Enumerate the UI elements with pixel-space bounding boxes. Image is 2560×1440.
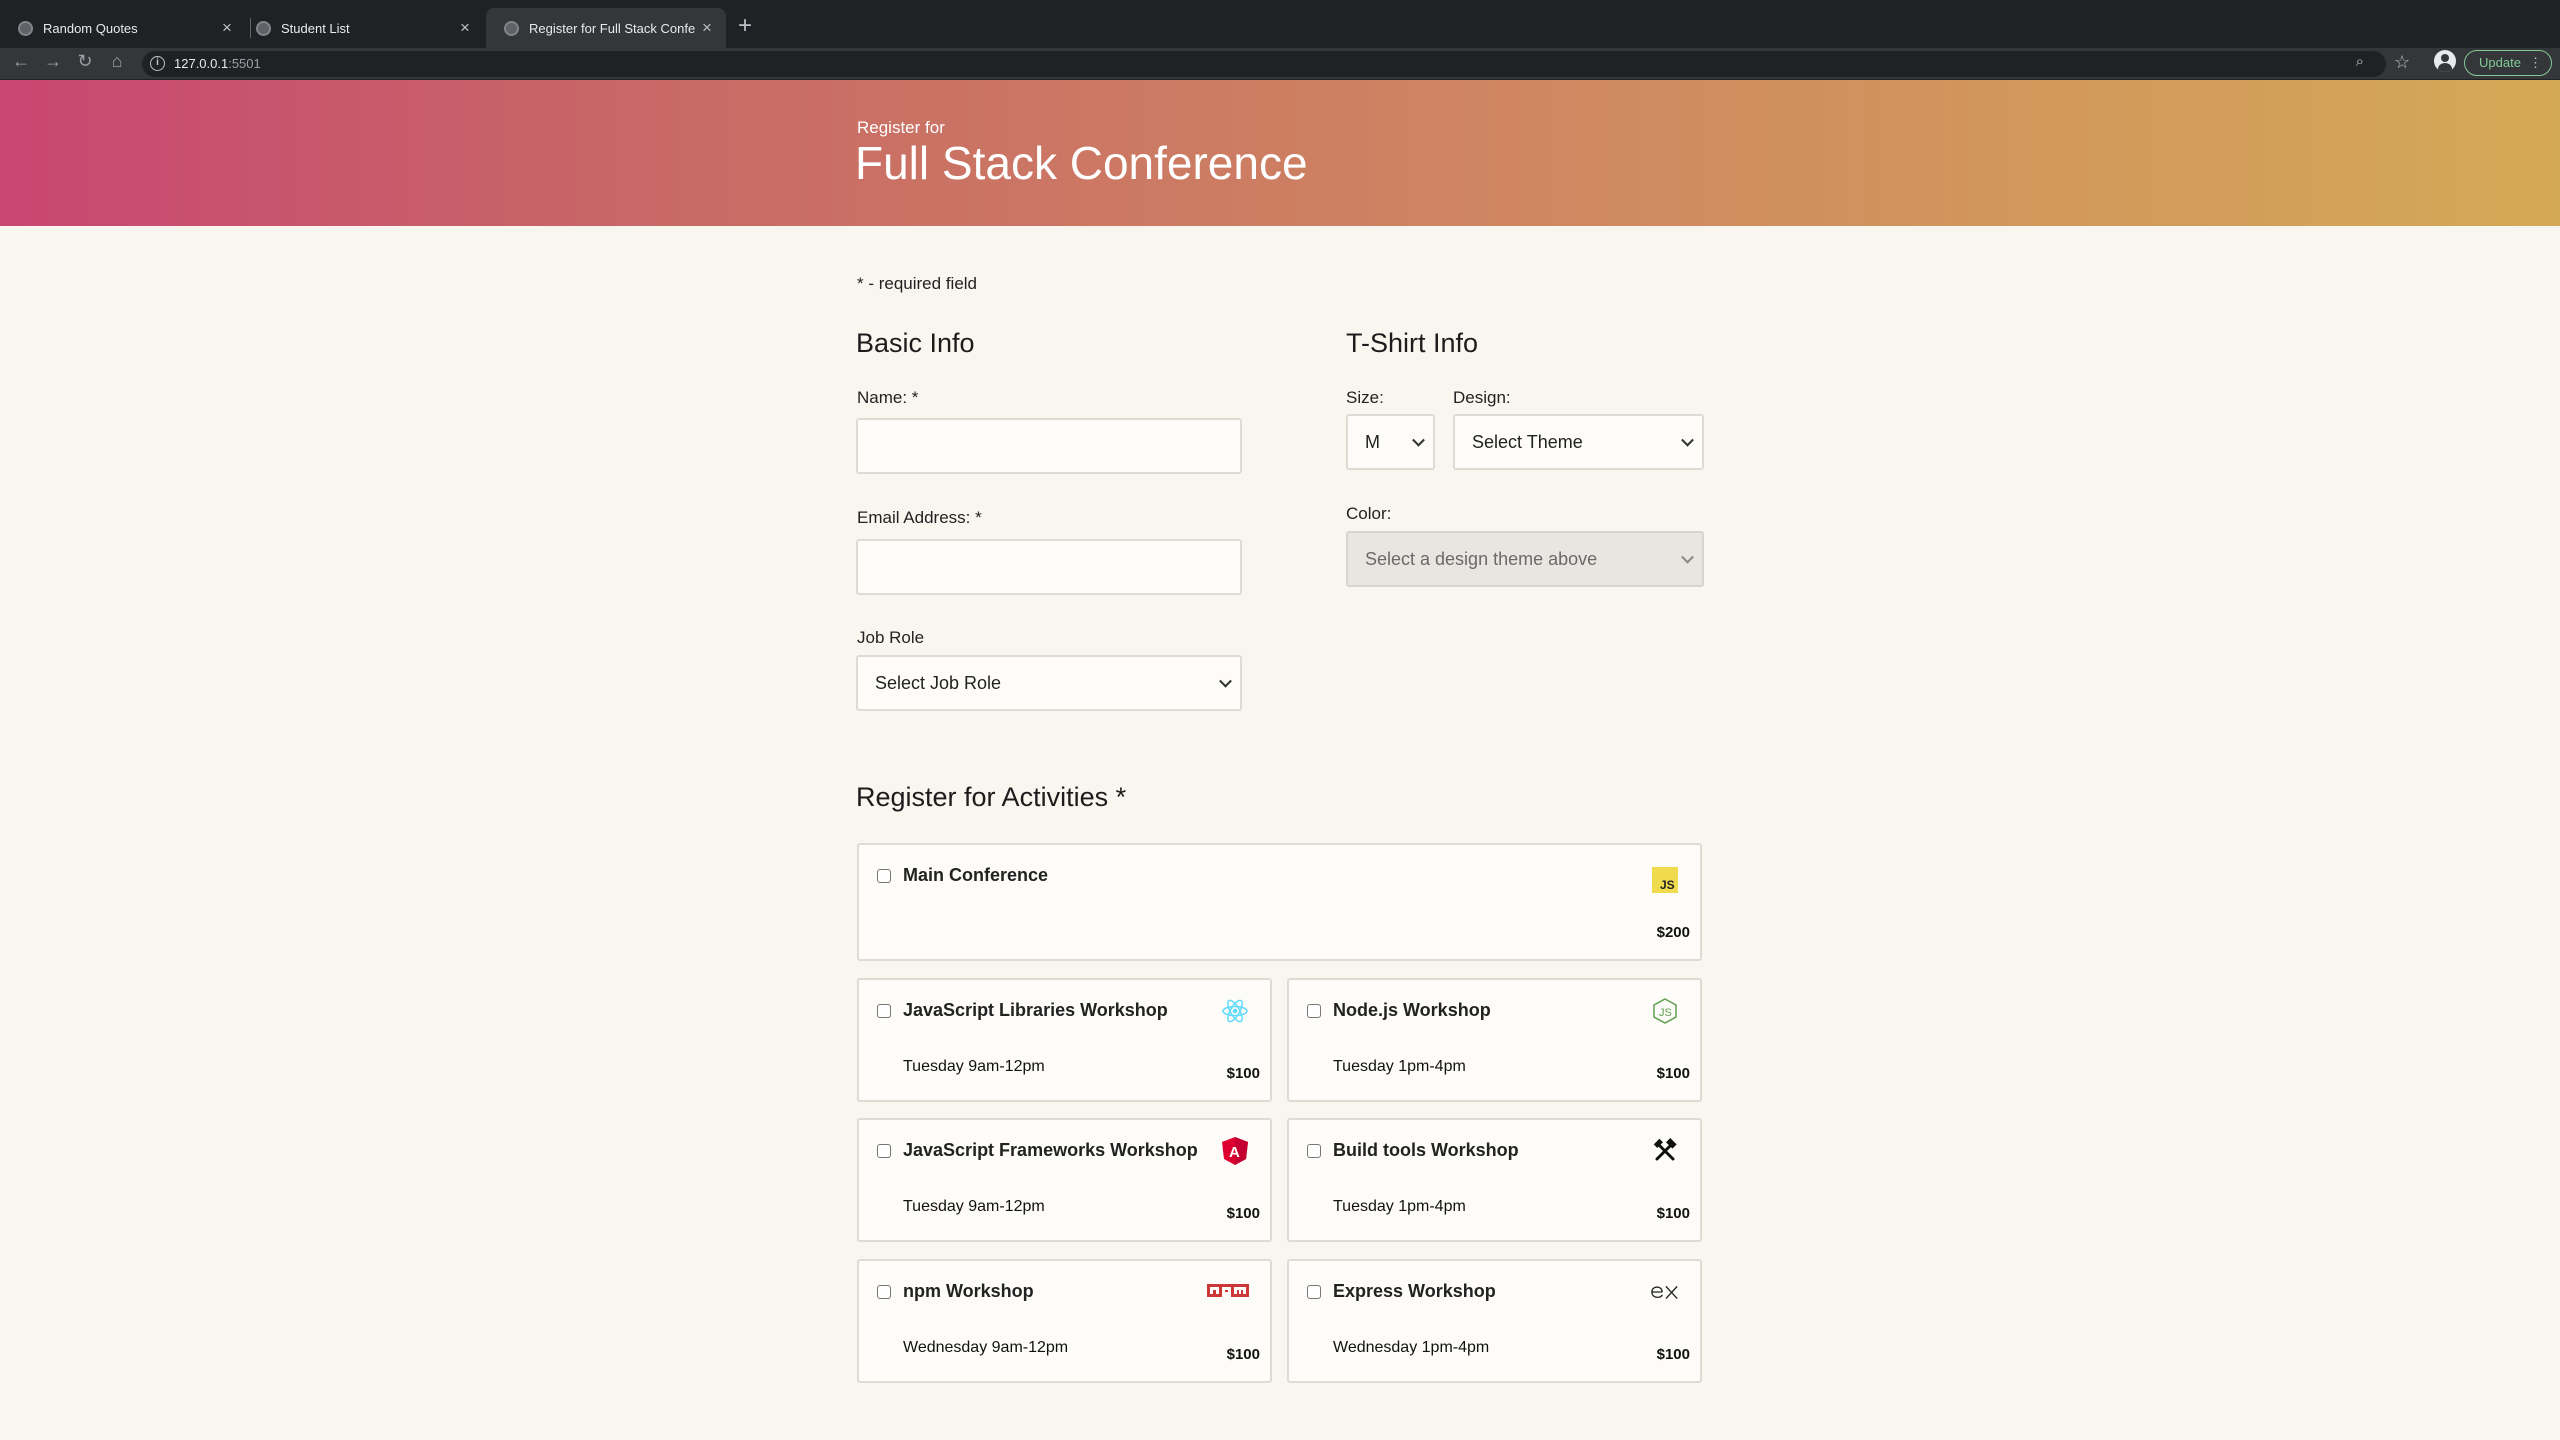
chevron-down-icon bbox=[1681, 550, 1694, 564]
activity-name: Build tools Workshop bbox=[1333, 1140, 1519, 1160]
express-icon bbox=[1650, 1277, 1680, 1307]
browser-tab-bar: Random Quotes × Student List × Register … bbox=[0, 0, 2560, 48]
activity-nodejs[interactable]: Node.js Workshop JS Tuesday 1pm-4pm $100 bbox=[1287, 978, 1702, 1102]
activity-checkbox[interactable] bbox=[1307, 1004, 1321, 1018]
design-label: Design: bbox=[1453, 388, 1511, 407]
forward-icon[interactable]: → bbox=[40, 51, 66, 72]
globe-icon bbox=[18, 20, 33, 36]
chevron-down-icon bbox=[1681, 433, 1694, 447]
email-field[interactable] bbox=[856, 539, 1242, 595]
bookmark-star-icon[interactable]: ☆ bbox=[2394, 52, 2410, 73]
page-header: Register for Full Stack Conference bbox=[0, 80, 2560, 226]
chevron-down-icon bbox=[1412, 433, 1425, 447]
activity-checkbox[interactable] bbox=[877, 1144, 891, 1158]
activity-cost: $100 bbox=[1656, 1065, 1690, 1082]
activity-cost: $100 bbox=[1656, 1205, 1690, 1222]
activity-cost: $100 bbox=[1226, 1065, 1260, 1082]
tab-title: Register for Full Stack Conference bbox=[529, 20, 696, 36]
back-icon[interactable]: ← bbox=[8, 51, 34, 72]
activity-time: Tuesday 9am-12pm bbox=[903, 1058, 1045, 1075]
color-value: Select a design theme above bbox=[1365, 548, 1598, 569]
activity-time: Tuesday 1pm-4pm bbox=[1333, 1198, 1466, 1215]
activity-time: Wednesday 1pm-4pm bbox=[1333, 1339, 1490, 1356]
browser-toolbar: ← → ↻ ⌂ i 127.0.0.1:5501 ⌕ bbox=[0, 48, 2560, 80]
size-label: Size: bbox=[1346, 388, 1384, 407]
basic-info-heading: Basic Info bbox=[856, 328, 975, 358]
activity-checkbox[interactable] bbox=[877, 1004, 891, 1018]
svg-text:A: A bbox=[1229, 1144, 1240, 1161]
activity-time: Wednesday 9am-12pm bbox=[903, 1339, 1069, 1356]
required-field-note: * - required field bbox=[857, 274, 978, 293]
job-role-select[interactable]: Select Job Role bbox=[856, 655, 1242, 711]
close-icon[interactable]: × bbox=[696, 18, 718, 38]
react-icon bbox=[1220, 996, 1250, 1026]
chevron-down-icon bbox=[1219, 674, 1232, 688]
activity-name: JavaScript Libraries Workshop bbox=[903, 1000, 1168, 1020]
activity-name: npm Workshop bbox=[903, 1281, 1034, 1301]
globe-icon bbox=[256, 20, 271, 36]
email-label: Email Address: * bbox=[857, 508, 982, 527]
tshirt-info-heading: T-Shirt Info bbox=[1346, 328, 1479, 358]
activity-js-frameworks[interactable]: JavaScript Frameworks Workshop A Tuesday… bbox=[857, 1118, 1272, 1242]
nodejs-icon: JS bbox=[1650, 996, 1680, 1026]
globe-icon bbox=[504, 20, 519, 36]
activity-time: Tuesday 9am-12pm bbox=[903, 1198, 1045, 1215]
color-label: Color: bbox=[1346, 504, 1392, 523]
activity-name: Express Workshop bbox=[1333, 1281, 1496, 1301]
name-label: Name: * bbox=[857, 388, 919, 407]
job-role-label: Job Role bbox=[857, 628, 925, 647]
tab-random-quotes[interactable]: Random Quotes × bbox=[0, 8, 246, 48]
design-value: Select Theme bbox=[1472, 431, 1583, 452]
color-select[interactable]: Select a design theme above bbox=[1346, 531, 1704, 587]
home-icon[interactable]: ⌂ bbox=[104, 51, 130, 72]
activities-heading: Register for Activities * bbox=[856, 782, 1127, 812]
name-field[interactable] bbox=[856, 418, 1242, 474]
angular-icon: A bbox=[1220, 1136, 1250, 1166]
zoom-icon[interactable]: ⌕ bbox=[2356, 53, 2364, 70]
new-tab-icon[interactable]: + bbox=[738, 12, 752, 40]
activity-name: Main Conference bbox=[903, 865, 1049, 885]
activity-checkbox[interactable] bbox=[877, 1285, 891, 1299]
activity-express[interactable]: Express Workshop Wednesday 1pm-4pm $100 bbox=[1287, 1259, 1702, 1383]
reload-icon[interactable]: ↻ bbox=[72, 51, 98, 72]
header-pretitle: Register for bbox=[857, 118, 945, 137]
job-role-value: Select Job Role bbox=[875, 672, 1002, 693]
javascript-icon: JS bbox=[1650, 865, 1680, 895]
url-text: 127.0.0.1:5501 bbox=[174, 56, 261, 71]
activity-js-libraries[interactable]: JavaScript Libraries Workshop Tuesday 9a… bbox=[857, 978, 1272, 1102]
activity-name: JavaScript Frameworks Workshop bbox=[903, 1140, 1198, 1160]
close-icon[interactable]: × bbox=[216, 18, 238, 38]
activity-time: Tuesday 1pm-4pm bbox=[1333, 1058, 1466, 1075]
menu-dots-icon[interactable]: ⋮ bbox=[2529, 51, 2542, 75]
size-select[interactable]: M bbox=[1346, 414, 1435, 470]
svg-text:JS: JS bbox=[1659, 1007, 1672, 1019]
activity-checkbox[interactable] bbox=[1307, 1144, 1321, 1158]
tab-student-list[interactable]: Student List × bbox=[238, 8, 484, 48]
activity-npm[interactable]: npm Workshop Wednesday 9am-12pm $100 bbox=[857, 1259, 1272, 1383]
tab-register[interactable]: Register for Full Stack Conference × bbox=[486, 8, 726, 48]
svg-text:JS: JS bbox=[1660, 878, 1675, 892]
address-bar[interactable]: i 127.0.0.1:5501 ⌕ bbox=[142, 51, 2386, 77]
activity-cost: $100 bbox=[1656, 1346, 1690, 1363]
page-title: Full Stack Conference bbox=[855, 137, 1308, 189]
activity-name: Node.js Workshop bbox=[1333, 1000, 1491, 1020]
profile-icon[interactable] bbox=[2434, 50, 2456, 72]
activity-cost: $100 bbox=[1226, 1205, 1260, 1222]
activity-checkbox[interactable] bbox=[877, 869, 891, 883]
build-tools-icon bbox=[1650, 1136, 1680, 1166]
update-button[interactable]: Update ⋮ bbox=[2464, 50, 2552, 76]
activity-checkbox[interactable] bbox=[1307, 1285, 1321, 1299]
activity-cost: $100 bbox=[1226, 1346, 1260, 1363]
activity-main-conference[interactable]: Main Conference JS $200 bbox=[857, 843, 1702, 961]
tab-title: Random Quotes bbox=[43, 20, 138, 36]
npm-icon bbox=[1206, 1277, 1250, 1307]
activity-build-tools[interactable]: Build tools Workshop Tuesday 1pm-4pm $10… bbox=[1287, 1118, 1702, 1242]
close-icon[interactable]: × bbox=[454, 18, 476, 38]
activity-cost: $200 bbox=[1656, 924, 1690, 941]
info-icon[interactable]: i bbox=[150, 56, 165, 71]
size-value: M bbox=[1365, 431, 1380, 452]
tab-title: Student List bbox=[281, 20, 350, 36]
design-select[interactable]: Select Theme bbox=[1453, 414, 1704, 470]
